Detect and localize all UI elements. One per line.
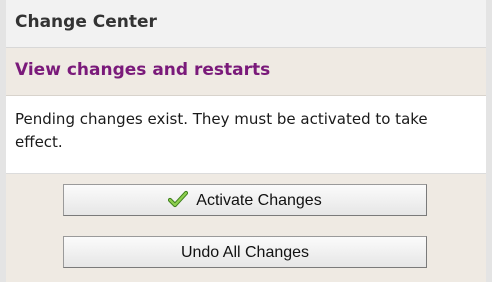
activate-changes-label: Activate Changes xyxy=(196,192,322,209)
activate-changes-button[interactable]: Activate Changes xyxy=(63,184,427,216)
change-center-panel: Change Center View changes and restarts … xyxy=(0,0,492,282)
pending-changes-message-box: Pending changes exist. They must be acti… xyxy=(6,96,486,174)
undo-all-changes-button[interactable]: Undo All Changes xyxy=(63,236,427,268)
button-area: Activate Changes Undo All Changes xyxy=(6,174,486,282)
view-changes-header: View changes and restarts xyxy=(6,48,486,96)
pending-changes-message: Pending changes exist. They must be acti… xyxy=(15,110,428,151)
check-icon xyxy=(168,189,189,208)
panel-title: Change Center xyxy=(15,12,157,32)
panel-header: Change Center xyxy=(6,0,486,48)
view-changes-title: View changes and restarts xyxy=(15,60,271,80)
undo-all-changes-label: Undo All Changes xyxy=(180,244,310,261)
